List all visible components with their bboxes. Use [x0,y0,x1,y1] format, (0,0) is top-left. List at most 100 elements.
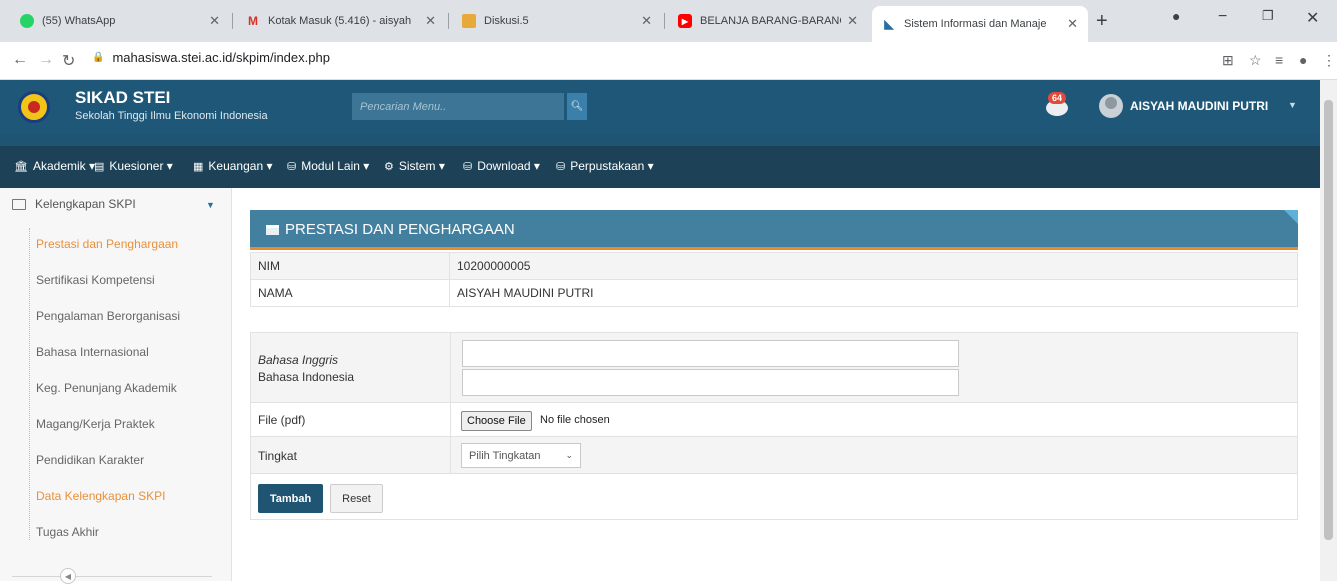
scrollbar-thumb[interactable] [1324,100,1333,540]
url-field[interactable]: 🔒 mahasiswa.stei.ac.id/skpim/index.php [92,50,330,65]
sidebar-tree-line [29,228,30,540]
youtube-icon: ▶ [678,14,692,28]
database-icon: ⛁ [556,160,566,173]
tingkat-selected: Pilih Tingkatan [469,449,541,462]
more-icon[interactable]: ⋮ [1322,52,1336,69]
close-icon[interactable]: ✕ [1067,16,1078,32]
bank-icon: 🏛︎ [14,160,28,173]
form-row-file: File (pdf) Choose File No file chosen [251,403,1297,437]
browser-tab-youtube[interactable]: ▶ BELANJA BARANG-BARANG ✕ [668,6,868,36]
sidebar-item-sertifikasi[interactable]: Sertifikasi Kompetensi [36,273,155,287]
close-icon[interactable]: ✕ [425,13,436,29]
nav-keuangan[interactable]: ▦ Keuangan ▾ [193,159,273,173]
sidebar-item-magang[interactable]: Magang/Kerja Praktek [36,417,155,431]
form-cell [450,403,451,436]
stei-logo-icon [18,91,50,123]
avatar[interactable] [1099,94,1123,118]
folder-icon [12,198,26,210]
form-cell [450,333,451,402]
nav-akademik[interactable]: 🏛︎ Akademik ▾ [14,159,95,173]
menu-search-input[interactable] [352,93,564,120]
gear-icon: ⚙ [384,160,394,173]
new-tab-icon[interactable]: + [1096,10,1108,33]
forward-icon[interactable]: → [38,51,54,69]
nav-perpustakaan[interactable]: ⛁ Perpustakaan ▾ [556,159,654,173]
sidebar-item-karakter[interactable]: Pendidikan Karakter [36,453,144,467]
money-icon: ▦ [193,160,204,173]
sidebar: Kelengkapan SKPI ▼ Prestasi dan Pengharg… [0,188,232,584]
choose-file-button[interactable]: Choose File [461,411,532,431]
user-name[interactable]: AISYAH MAUDINI PUTRI [1130,99,1268,113]
panel-corner [1284,210,1298,224]
close-icon[interactable]: ✕ [641,13,652,29]
browser-tab-sikad[interactable]: ◣ Sistem Informasi dan Manaje ✕ [872,6,1088,42]
form-cell [450,437,451,473]
sidebar-item-organisasi[interactable]: Pengalaman Berorganisasi [36,309,180,323]
caret-down-icon[interactable]: ▼ [206,200,215,210]
label-file: File (pdf) [258,413,306,427]
form-row-prestasi: Bahasa Inggris Bahasa Indonesia [251,333,1297,403]
tambah-button[interactable]: Tambah [258,484,323,513]
close-icon[interactable]: ✕ [847,13,858,29]
browser-tab-strip: (55) WhatsApp ✕ M Kotak Masuk (5.416) - … [0,0,1337,42]
reload-icon[interactable]: ↻ [62,51,75,71]
label-bahasa-inggris: Bahasa Inggris [258,353,339,367]
tingkat-select[interactable]: Pilih Tingkatan ⌄ [461,443,581,468]
profile-avatar-icon[interactable]: ● [1299,52,1307,68]
sidebar-item-prestasi[interactable]: Prestasi dan Penghargaan [36,237,178,251]
window-close-icon[interactable]: ✕ [1306,8,1319,28]
panel-header: PRESTASI DAN PENGHARGAAN [250,210,1298,250]
minimize-icon[interactable]: − [1218,8,1227,26]
tab-title: (55) WhatsApp [42,15,116,27]
bahasa-inggris-input[interactable] [462,340,959,367]
brand-name[interactable]: SIKAD STEI [75,88,170,108]
profile-icon[interactable]: ● [1172,8,1180,24]
sidebar-item-data-kelengkapan[interactable]: Data Kelengkapan SKPI [36,489,165,503]
reset-button[interactable]: Reset [330,484,383,513]
nav-kuesioner[interactable]: ▤ Kuesioner ▾ [94,159,173,173]
sidebar-heading[interactable]: Kelengkapan SKPI [12,197,136,211]
bahasa-indonesia-input[interactable] [462,369,959,396]
address-bar: ← → ↻ 🔒 mahasiswa.stei.ac.id/skpim/index… [0,42,1337,80]
collapse-sidebar-icon[interactable]: ◀ [60,568,76,584]
chevron-down-icon: ⌄ [565,450,573,460]
page-scrollbar[interactable] [1320,80,1337,581]
browser-tab-diskusi[interactable]: Diskusi.5 ✕ [452,6,662,36]
browser-tab-gmail[interactable]: M Kotak Masuk (5.416) - aisyah ✕ [236,6,446,36]
url-text: mahasiswa.stei.ac.id/skpim/index.php [112,50,330,65]
nim-label: NIM [250,252,450,280]
sidebar-item-tugas-akhir[interactable]: Tugas Akhir [36,525,99,539]
tab-title: BELANJA BARANG-BARANG [700,15,842,27]
nav-modul-lain[interactable]: ⛁ Modul Lain ▾ [287,159,369,173]
notification-button[interactable]: 64 [1046,92,1070,118]
whatsapp-icon [20,14,34,28]
divider [12,576,212,577]
database-icon: ⛁ [463,160,473,173]
back-icon[interactable]: ← [12,51,28,69]
nav-download[interactable]: ⛁ Download ▾ [463,159,540,173]
nama-value: AISYAH MAUDINI PUTRI [449,279,1298,307]
playlist-icon[interactable]: ≡ [1275,52,1283,68]
sidebar-item-penunjang[interactable]: Keg. Penunjang Akademik [36,381,177,395]
search-icon: 🔍︎ [570,101,584,112]
tab-title: Kotak Masuk (5.416) - aisyah [268,15,412,27]
nav-sistem[interactable]: ⚙ Sistem ▾ [384,159,445,173]
close-icon[interactable]: ✕ [209,13,220,29]
search-button[interactable]: 🔍︎ [567,93,587,120]
browser-tab-whatsapp[interactable]: (55) WhatsApp ✕ [10,6,230,36]
star-icon[interactable]: ☆ [1249,52,1262,69]
student-info-table: NIM 10200000005 NAMA AISYAH MAUDINI PUTR… [250,252,1298,307]
tab-title: Diskusi.5 [484,15,529,27]
sidebar-item-bahasa[interactable]: Bahasa Internasional [36,345,149,359]
lock-icon: 🔒 [92,52,105,63]
nav-label: Keuangan [208,159,264,173]
chevron-down-icon[interactable]: ▼ [1288,100,1297,110]
sidebar-heading-label: Kelengkapan SKPI [35,197,136,211]
list-icon [266,224,279,235]
translate-icon[interactable]: ⊞ [1222,52,1234,69]
nav-label: Kuesioner [109,159,164,173]
restore-icon[interactable]: ❐ [1262,8,1274,24]
prestasi-form: Bahasa Inggris Bahasa Indonesia File (pd… [250,332,1298,520]
database-icon: ⛁ [287,160,297,173]
panel-title: PRESTASI DAN PENGHARGAAN [285,221,515,238]
